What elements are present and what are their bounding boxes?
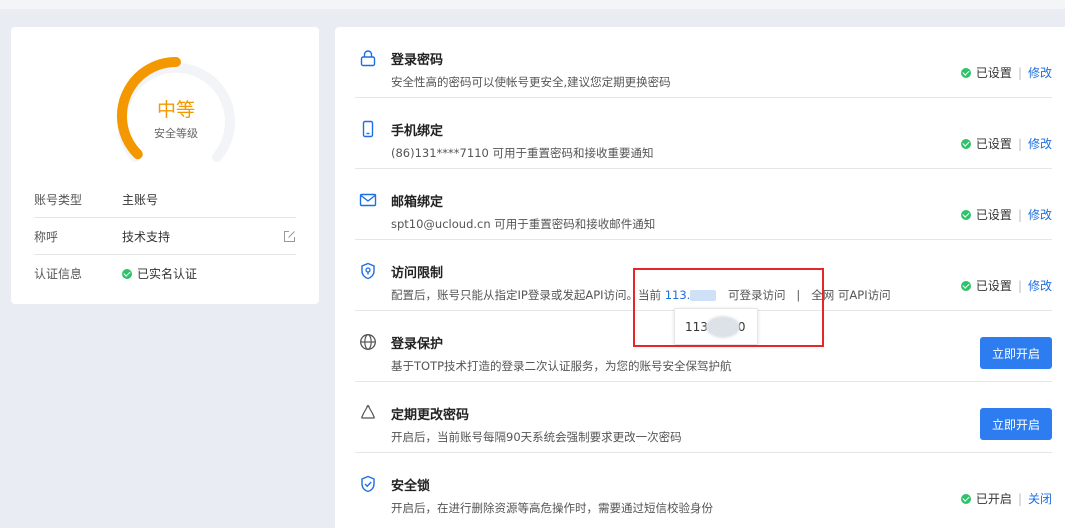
enable-login-protection-button[interactable]: 立即开启: [980, 337, 1052, 369]
check-circle-icon: [960, 493, 971, 504]
status-text: 已设置: [975, 137, 1012, 151]
top-bar: [0, 0, 1065, 9]
item-title: 访问限制: [391, 266, 444, 281]
status-text: 已设置: [975, 66, 1012, 80]
security-summary-card: 中等 安全等级 账号类型 主账号 称呼 技术支持 认证信息 已实名认证: [11, 27, 319, 304]
info-value: 主账号: [122, 192, 159, 207]
separator: |: [1017, 65, 1022, 80]
modify-link[interactable]: 修改: [1028, 64, 1052, 81]
item-title: 手机绑定: [391, 124, 444, 139]
tooltip-ip-prefix: 113: [685, 319, 708, 334]
modify-link[interactable]: 修改: [1028, 206, 1052, 223]
info-label: 认证信息: [34, 267, 83, 281]
item-status: 已设置 | 修改: [960, 135, 1052, 152]
item-desc: 基于TOTP技术打造的登录二次认证服务，为您的账号安全保驾护航: [391, 359, 732, 373]
item-desc: 配置后，账号只能从指定IP登录或发起API访问。当前 113. 可登录访问 | …: [391, 287, 891, 303]
account-type-row: 账号类型 主账号: [34, 181, 296, 218]
status-text: 已设置: [975, 279, 1012, 293]
separator: |: [1017, 278, 1022, 293]
email-binding-item: 邮箱绑定 spt10@ucloud.cn 可用于重置密码和接收邮件通知 已设置 …: [355, 169, 1052, 240]
item-status: 已设置 | 修改: [960, 206, 1052, 223]
nickname-row: 称呼 技术支持: [34, 218, 296, 255]
security-gauge: 中等 安全等级: [115, 55, 237, 177]
item-desc: (86)131****7110 可用于重置密码和接收重要通知: [391, 146, 654, 160]
verification-row: 认证信息 已实名认证: [34, 255, 296, 292]
shield-icon: [359, 262, 377, 280]
globe-icon: [359, 333, 377, 351]
enable-periodic-password-button[interactable]: 立即开启: [980, 408, 1052, 440]
shield-check-icon: [359, 475, 377, 493]
check-circle-icon: [960, 280, 971, 291]
check-circle-icon: [122, 268, 132, 279]
desc-login: 可登录访问: [727, 288, 786, 302]
phone-icon: [359, 120, 377, 138]
redacted-ip: [705, 315, 740, 338]
separator: |: [1017, 491, 1022, 506]
check-circle-icon: [960, 209, 971, 220]
item-title: 定期更改密码: [391, 408, 470, 423]
redacted-ip: [690, 290, 717, 301]
close-link[interactable]: 关闭: [1028, 490, 1052, 507]
verification-text: 已实名认证: [137, 267, 198, 281]
mail-icon: [359, 191, 377, 209]
item-desc: 开启后，在进行删除资源等高危操作时，需要通过短信校验身份: [391, 501, 713, 515]
lock-icon: [359, 49, 377, 67]
recycle-icon: [359, 404, 377, 422]
item-status: 已设置 | 修改: [960, 64, 1052, 81]
separator: |: [1017, 207, 1022, 222]
verification-status: 已实名认证: [122, 265, 197, 282]
status-text: 已开启: [975, 492, 1012, 506]
security-level-label: 中等: [156, 99, 195, 121]
item-status: 已开启 | 关闭: [960, 490, 1052, 507]
account-info-list: 账号类型 主账号 称呼 技术支持 认证信息 已实名认证: [34, 181, 296, 292]
edit-icon[interactable]: [283, 230, 296, 243]
check-circle-icon: [960, 138, 971, 149]
item-desc: 开启后，当前账号每隔90天系统会强制要求更改一次密码: [391, 430, 682, 444]
info-label: 账号类型: [34, 192, 83, 207]
security-settings-card: 登录密码 安全性高的密码可以使帐号更安全,建议您定期更换密码 已设置 | 修改 …: [335, 27, 1065, 528]
security-level-sublabel: 安全等级: [154, 127, 198, 140]
item-status: 已设置 | 修改: [960, 277, 1052, 294]
modify-link[interactable]: 修改: [1028, 135, 1052, 152]
info-value: 技术支持: [122, 229, 171, 244]
separator: |: [1017, 136, 1022, 151]
item-title: 邮箱绑定: [391, 195, 444, 210]
access-restriction-item: 访问限制 配置后，账号只能从指定IP登录或发起API访问。当前 113. 可登录…: [355, 240, 1052, 311]
check-circle-icon: [960, 67, 971, 78]
current-ip-link[interactable]: 113.: [665, 288, 691, 302]
login-password-item: 登录密码 安全性高的密码可以使帐号更安全,建议您定期更换密码 已设置 | 修改: [355, 27, 1052, 98]
desc-prefix: 配置后，账号只能从指定IP登录或发起API访问。当前: [391, 288, 662, 302]
item-title: 登录保护: [391, 337, 444, 352]
item-desc: 安全性高的密码可以使帐号更安全,建议您定期更换密码: [391, 75, 671, 89]
periodic-password-item: 定期更改密码 开启后，当前账号每隔90天系统会强制要求更改一次密码 立即开启: [355, 382, 1052, 453]
ip-tooltip: 113 0: [674, 308, 758, 345]
item-title: 安全锁: [391, 479, 431, 494]
status-text: 已设置: [975, 208, 1012, 222]
item-title: 登录密码: [391, 53, 444, 68]
desc-api: 全网 可API访问: [811, 288, 891, 302]
security-lock-item: 安全锁 开启后，在进行删除资源等高危操作时，需要通过短信校验身份 已开启 | 关…: [355, 453, 1052, 524]
phone-binding-item: 手机绑定 (86)131****7110 可用于重置密码和接收重要通知 已设置 …: [355, 98, 1052, 169]
desc-separator: |: [796, 288, 801, 302]
item-desc: spt10@ucloud.cn 可用于重置密码和接收邮件通知: [391, 217, 656, 231]
modify-link[interactable]: 修改: [1028, 277, 1052, 294]
info-label: 称呼: [34, 229, 59, 244]
